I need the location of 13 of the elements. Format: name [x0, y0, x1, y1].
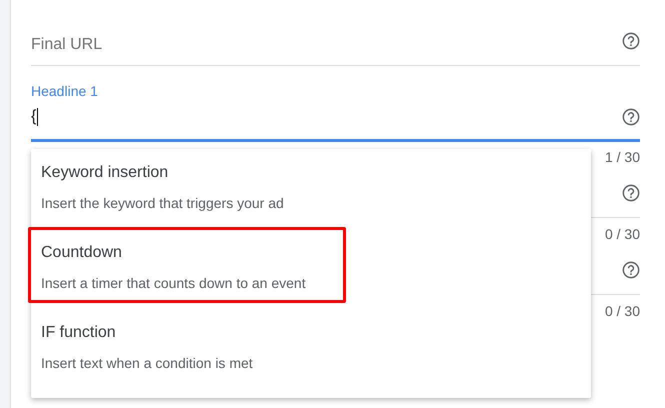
character-counter: 0 / 30 [604, 302, 640, 320]
help-icon[interactable] [622, 108, 640, 126]
menu-item[interactable]: Keyword insertion Insert the keyword that triggers your ad [31, 149, 591, 229]
final-url-field[interactable]: Final URL [31, 30, 622, 56]
character-counter: 0 / 30 [604, 225, 640, 243]
help-icon[interactable] [622, 32, 640, 50]
character-counter: 1 / 30 [604, 148, 640, 166]
menu-item[interactable]: IF function Insert text when a condition is met [31, 309, 591, 389]
field-label: Headline 1 [31, 82, 99, 100]
help-icon[interactable] [622, 184, 640, 202]
headline-field[interactable]: { [31, 105, 640, 142]
menu-item[interactable]: Countdown Insert a timer that counts down to an event [31, 229, 591, 309]
help-icon[interactable] [622, 261, 640, 279]
